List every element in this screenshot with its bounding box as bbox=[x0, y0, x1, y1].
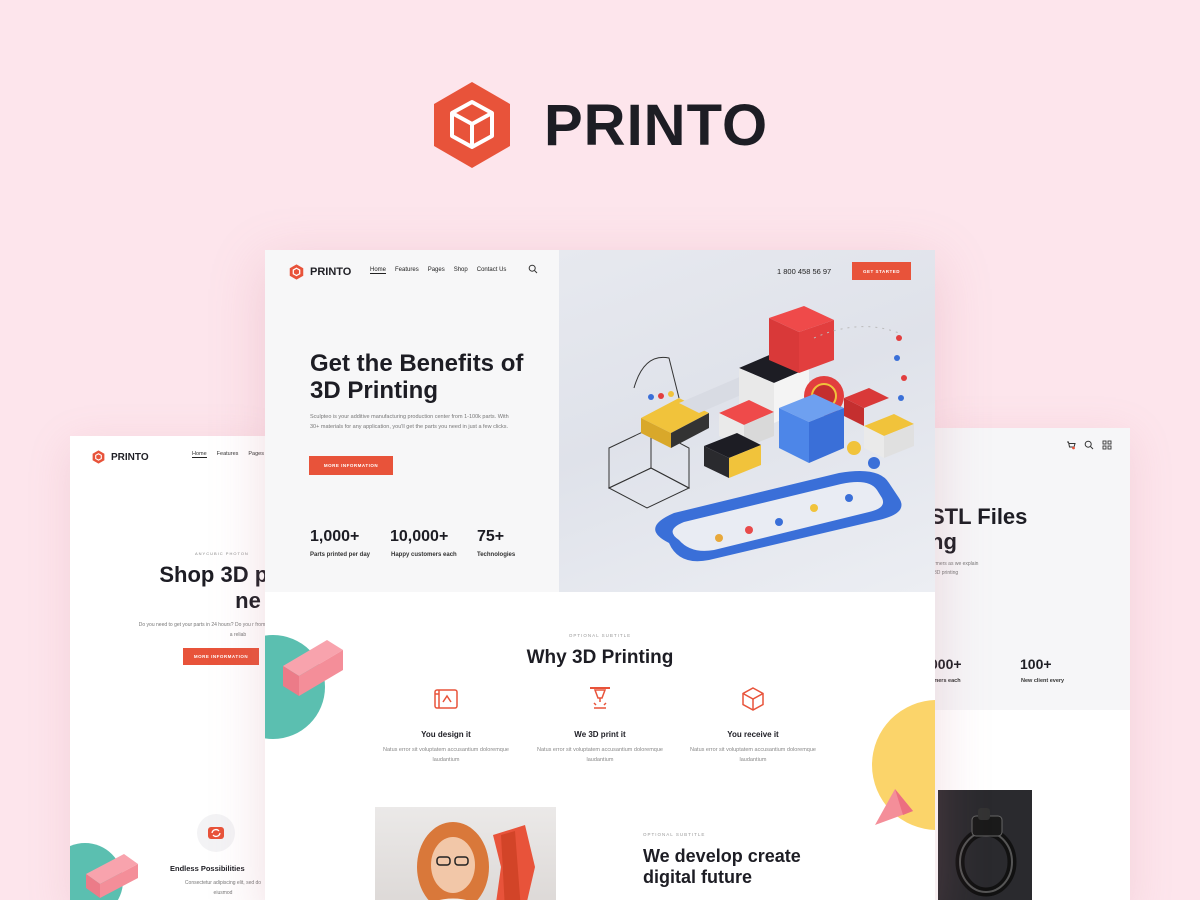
printed-clamp-image bbox=[955, 808, 1017, 897]
nav-contact[interactable]: Contact Us bbox=[477, 267, 507, 274]
get-started-button[interactable]: GET STARTED bbox=[852, 262, 911, 280]
left-description: Do you need to get your parts in 24 hour… bbox=[138, 622, 270, 638]
right-description: rmers as we explain 3D printing bbox=[934, 561, 979, 576]
feature-receive-title: You receive it bbox=[727, 730, 779, 739]
feature-design-desc: Natus error sit voluptatem accusantium d… bbox=[383, 747, 509, 763]
left-feature-title: Endless Possibilities bbox=[170, 864, 245, 873]
cart-icon[interactable] bbox=[1066, 440, 1076, 450]
stat-label-tech: Technologies bbox=[477, 552, 516, 558]
feature-receive: You receive it Natus error sit voluptate… bbox=[683, 686, 823, 765]
main-preview-card: PRINTO Home Features Pages Shop Contact … bbox=[265, 250, 935, 900]
printo-logo-icon bbox=[92, 450, 105, 464]
feature-design-title: You design it bbox=[421, 730, 471, 739]
right-stat-value-2: 100+ bbox=[1020, 656, 1052, 672]
left-nav-links: Home Features Pages bbox=[192, 451, 264, 458]
left-nav-home[interactable]: Home bbox=[192, 451, 207, 458]
stat-label-customers: Happy customers each bbox=[391, 552, 457, 558]
feature-print: We 3D print it Natus error sit voluptate… bbox=[530, 686, 670, 765]
decor-pink-pyramid bbox=[875, 789, 913, 825]
nav-pages[interactable]: Pages bbox=[428, 267, 445, 274]
left-nav-pages[interactable]: Pages bbox=[248, 451, 264, 458]
develop-title: We develop create digital future bbox=[643, 846, 801, 887]
main-logo-text: PRINTO bbox=[310, 266, 352, 278]
main-hero-left: PRINTO Home Features Pages Shop Contact … bbox=[265, 250, 559, 592]
nav-home[interactable]: Home bbox=[370, 267, 387, 274]
left-nav-features[interactable]: Features bbox=[217, 451, 239, 458]
printer-nozzle-icon bbox=[590, 687, 610, 709]
printo-logo-icon bbox=[289, 264, 304, 280]
right-title: STL Files ng bbox=[930, 504, 1028, 554]
feature-receive-desc: Natus error sit voluptatem accusantium d… bbox=[690, 747, 816, 763]
right-header-icons bbox=[1066, 440, 1112, 450]
decor-pink-block bbox=[86, 854, 138, 898]
printo-logo-icon bbox=[434, 82, 510, 168]
feature-design: You design it Natus error sit voluptatem… bbox=[376, 686, 516, 765]
search-icon[interactable] bbox=[528, 264, 538, 274]
refresh-icon bbox=[208, 827, 224, 839]
brand-header: PRINTO bbox=[430, 80, 768, 170]
left-logo-text: PRINTO bbox=[111, 451, 149, 463]
person-image bbox=[417, 822, 535, 900]
main-hero-right: 1 800 458 56 97 GET STARTED bbox=[559, 250, 935, 592]
why-title: Why 3D Printing bbox=[526, 647, 674, 668]
stat-value-customers: 10,000+ bbox=[390, 528, 449, 545]
hero-more-info-button[interactable]: MORE INFORMATION bbox=[309, 456, 393, 475]
blueprint-icon bbox=[434, 689, 458, 709]
stat-value-tech: 75+ bbox=[477, 528, 505, 545]
right-stat-label-2: New client every bbox=[1021, 678, 1065, 684]
left-more-info-button[interactable]: MORE INFORMATION bbox=[183, 648, 259, 665]
left-subtitle: ANYCUBIC PHOTON bbox=[195, 551, 249, 556]
why-subtitle: OPTIONAL SUBTITLE bbox=[568, 633, 632, 638]
main-nav-links: Home Features Pages Shop Contact Us bbox=[370, 267, 506, 274]
cube-icon bbox=[742, 687, 764, 711]
right-preview-card: STL Files ng rmers as we explain 3D prin… bbox=[930, 428, 1130, 900]
brand-name: PRINTO bbox=[544, 92, 769, 158]
main-logo[interactable]: PRINTO bbox=[289, 264, 351, 280]
header-phone[interactable]: 1 800 458 56 97 bbox=[777, 267, 831, 276]
feature-print-desc: Natus error sit voluptatem accusantium d… bbox=[537, 747, 663, 763]
hero-3d-printing-illustration bbox=[607, 306, 914, 562]
stat-label-parts: Parts printed per day bbox=[310, 552, 371, 558]
hero-description: Sculpteo is your additive manufacturing … bbox=[310, 414, 509, 430]
grid-menu-icon[interactable] bbox=[1102, 440, 1112, 450]
left-feature-icon-circle bbox=[197, 814, 235, 852]
product-image bbox=[938, 790, 1032, 900]
feature-print-title: We 3D print it bbox=[574, 730, 626, 739]
develop-subtitle: OPTIONAL SUBTITLE bbox=[643, 832, 706, 837]
search-icon[interactable] bbox=[1084, 440, 1094, 450]
left-feature-desc: Consectetur adipiscing elit, sed do eius… bbox=[184, 880, 262, 896]
nav-shop[interactable]: Shop bbox=[454, 267, 468, 274]
woman-with-print-photo bbox=[375, 807, 556, 900]
hero-title: Get the Benefits of 3D Printing bbox=[310, 350, 524, 404]
stat-value-parts: 1,000+ bbox=[310, 528, 360, 545]
left-title: Shop 3D printers ne bbox=[159, 562, 270, 613]
left-preview-card: PRINTO Home Features Pages ANYCUBIC PHOT… bbox=[70, 436, 270, 900]
nav-features[interactable]: Features bbox=[395, 267, 419, 274]
left-logo[interactable]: PRINTO bbox=[92, 450, 149, 464]
